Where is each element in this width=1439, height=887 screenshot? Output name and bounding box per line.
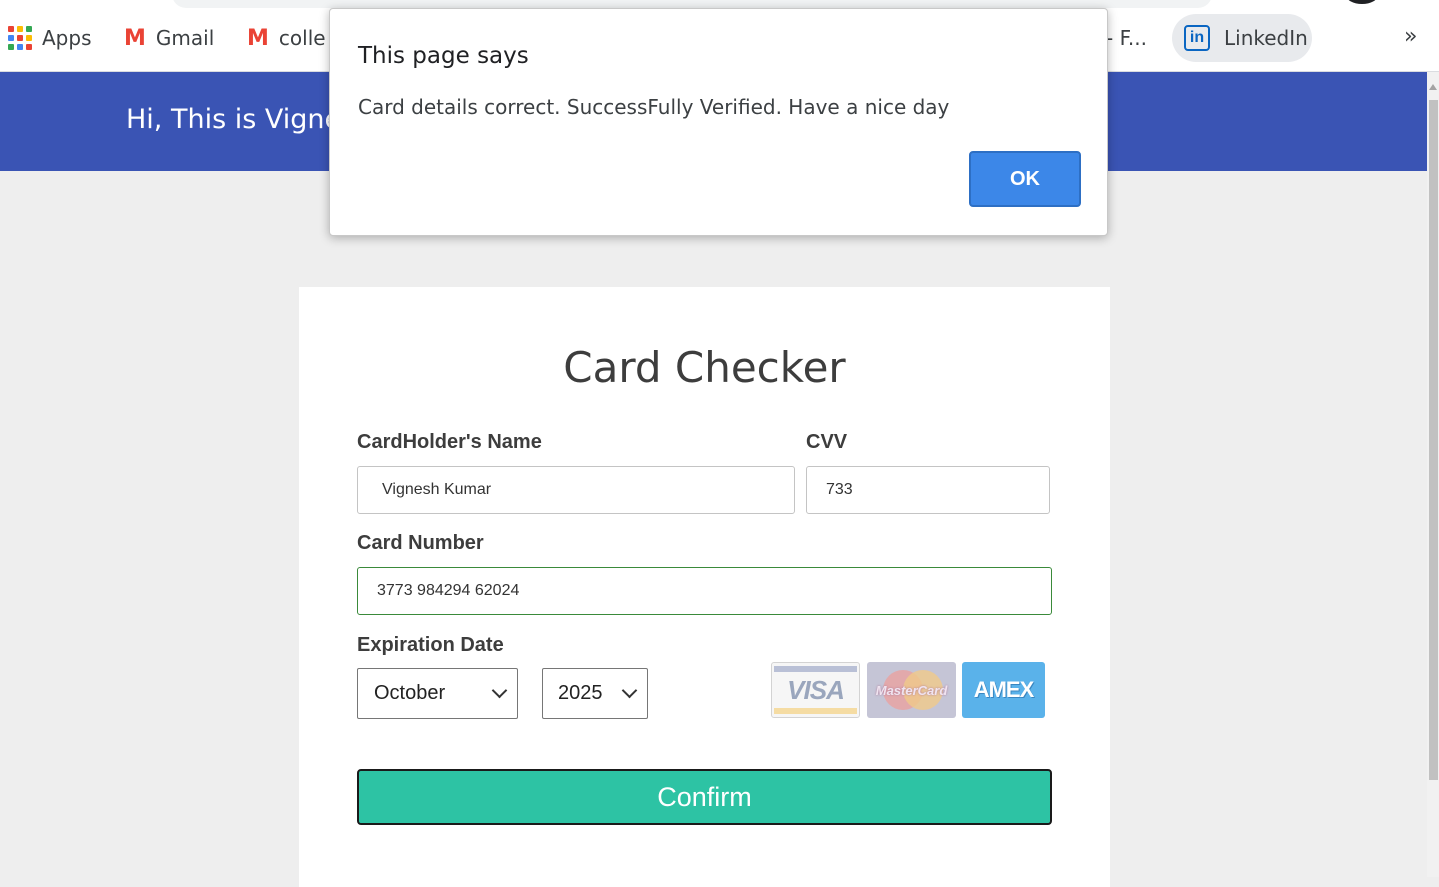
bookmark-college-label: colle <box>278 26 326 50</box>
gmail-icon: M <box>124 25 146 51</box>
amex-logo-text: AMEX <box>973 677 1035 702</box>
alert-message: Card details correct. SuccessFully Verif… <box>358 95 950 119</box>
scroll-up-arrow-icon[interactable] <box>1429 84 1437 90</box>
bookmark-truncated[interactable]: - F... <box>1106 22 1147 54</box>
alert-title: This page says <box>358 43 529 69</box>
alert-dialog: This page says Card details correct. Suc… <box>329 8 1108 236</box>
card-number-input[interactable]: 3773 984294 62024 <box>357 567 1052 615</box>
mastercard-logo-text: MasterCard <box>875 682 948 698</box>
cvv-input[interactable]: 733 <box>806 466 1050 514</box>
bookmark-gmail-label: Gmail <box>155 26 215 50</box>
page-title: Card Checker <box>563 343 846 392</box>
bookmark-apps-label: Apps <box>42 26 92 50</box>
chevron-down-icon <box>621 682 638 699</box>
profile-avatar[interactable] <box>1346 0 1378 4</box>
linkedin-icon: in <box>1184 25 1210 51</box>
visa-logo: VISA <box>771 662 860 718</box>
gmail-icon: M <box>247 25 269 51</box>
visa-logo-text: VISA <box>787 674 845 705</box>
cardholder-name-label: CardHolder's Name <box>357 431 542 453</box>
card-checker-panel: Card Checker CardHolder's Name Vignesh K… <box>299 287 1110 887</box>
expiration-month-select[interactable]: October <box>357 668 518 719</box>
cvv-label: CVV <box>806 431 848 453</box>
apps-grid-icon <box>8 26 32 50</box>
bookmark-gmail[interactable]: M Gmail <box>124 22 214 54</box>
bookmark-apps[interactable]: Apps <box>8 22 92 54</box>
card-number-label: Card Number <box>357 532 484 554</box>
bookmark-truncated-label: - F... <box>1106 26 1147 50</box>
ok-button[interactable]: OK <box>969 151 1081 207</box>
bookmark-linkedin[interactable]: in LinkedIn <box>1172 14 1312 62</box>
bookmark-linkedin-label: LinkedIn <box>1224 26 1308 50</box>
more-bookmarks-chevron-icon[interactable]: » <box>1404 24 1417 49</box>
expiration-month-value: October <box>374 682 446 704</box>
expiration-year-value: 2025 <box>558 682 603 704</box>
card-number-value: 3773 984294 62024 <box>377 582 520 599</box>
scrollbar-thumb[interactable] <box>1429 100 1438 780</box>
amex-logo: AMEX <box>962 662 1045 718</box>
cardholder-name-value: Vignesh Kumar <box>382 481 492 498</box>
mastercard-logo: MasterCard <box>867 662 956 718</box>
bookmark-college[interactable]: M colle <box>247 22 326 54</box>
header-greeting: Hi, This is Vignes <box>126 104 356 135</box>
confirm-button[interactable]: Confirm <box>357 769 1052 825</box>
expiration-date-label: Expiration Date <box>357 634 504 656</box>
cvv-value: 733 <box>826 481 853 498</box>
address-bar-edge[interactable] <box>172 0 1212 8</box>
chevron-down-icon <box>491 682 508 699</box>
cardholder-name-input[interactable]: Vignesh Kumar <box>357 466 795 514</box>
expiration-year-select[interactable]: 2025 <box>542 668 648 719</box>
